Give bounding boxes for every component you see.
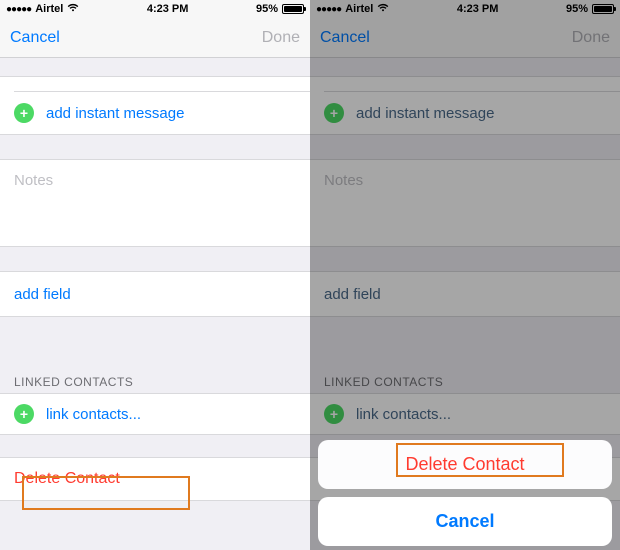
action-sheet: Delete Contact Cancel <box>318 440 612 546</box>
nav-bar: Cancel Done <box>0 18 310 58</box>
sheet-cancel-label: Cancel <box>435 511 494 531</box>
sheet-cancel-button[interactable]: Cancel <box>318 497 612 546</box>
linked-contacts-header: LINKED CONTACTS <box>0 369 310 393</box>
screen-right: ●●●●● Airtel 4:23 PM 95% Cancel Done + a… <box>310 0 620 550</box>
add-field-row[interactable]: add field <box>0 272 310 316</box>
sheet-delete-label: Delete Contact <box>405 454 524 474</box>
screen-left: ●●●●● Airtel 4:23 PM 95% Cancel Done + a… <box>0 0 310 550</box>
done-button[interactable]: Done <box>262 29 300 47</box>
link-contacts-row[interactable]: + link contacts... <box>0 394 310 434</box>
delete-contact-row[interactable]: Delete Contact <box>0 458 310 500</box>
add-im-row[interactable]: + add instant message <box>0 92 310 134</box>
add-field-label: add field <box>14 286 71 303</box>
link-contacts-label: link contacts... <box>46 406 141 423</box>
plus-icon: + <box>14 404 34 424</box>
battery-pct: 95% <box>256 3 278 15</box>
status-bar: ●●●●● Airtel 4:23 PM 95% <box>0 0 310 18</box>
battery-icon <box>282 4 304 14</box>
carrier-label: Airtel <box>35 3 63 15</box>
sheet-delete-button[interactable]: Delete Contact <box>318 440 612 489</box>
add-im-label: add instant message <box>46 105 184 122</box>
cancel-button[interactable]: Cancel <box>10 29 60 47</box>
plus-icon: + <box>14 103 34 123</box>
notes-row[interactable]: Notes <box>0 160 310 200</box>
notes-label: Notes <box>14 172 53 189</box>
delete-contact-label: Delete Contact <box>14 470 120 488</box>
signal-dots-icon: ●●●●● <box>6 4 31 15</box>
clock: 4:23 PM <box>147 3 189 15</box>
wifi-icon <box>67 3 79 15</box>
